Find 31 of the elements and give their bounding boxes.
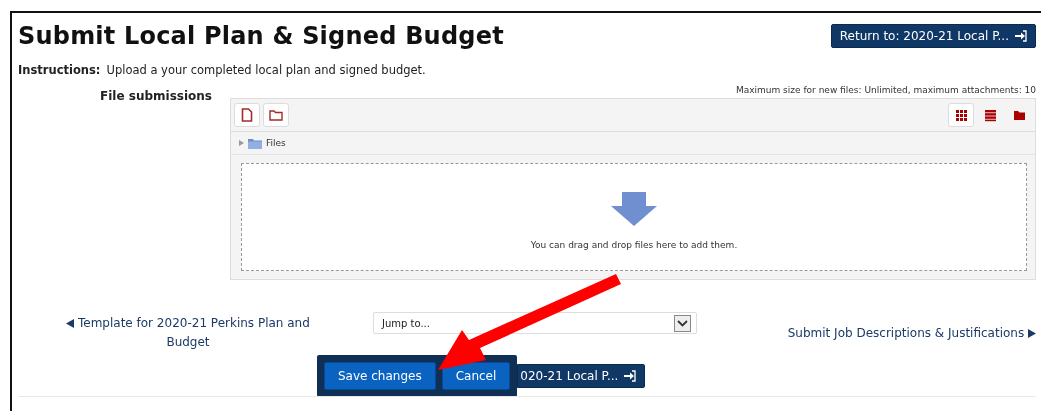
add-file-button[interactable]	[234, 103, 260, 127]
dropdown-icon	[674, 314, 691, 332]
enter-icon	[623, 370, 637, 382]
next-link[interactable]: Submit Job Descriptions & Justifications	[787, 314, 1036, 343]
field-label: File submissions	[99, 88, 213, 105]
drop-zone[interactable]: You can drag and drop files here to add them.	[241, 163, 1027, 271]
folder-icon	[1012, 108, 1026, 122]
return-button[interactable]: Return to: 2020-21 Local P...	[830, 24, 1036, 48]
grid-icon	[954, 108, 968, 122]
file-icon	[241, 108, 253, 122]
down-arrow-icon	[611, 192, 657, 226]
page-title: Submit Local Plan & Signed Budget	[18, 21, 504, 51]
return-button[interactable]: 020-21 Local P...	[517, 364, 646, 388]
path-link[interactable]: Files	[266, 138, 286, 148]
save-button[interactable]: Save changes	[324, 362, 436, 390]
instructions-label: Instructions:	[18, 63, 101, 77]
folder-icon	[248, 137, 262, 149]
folder-icon	[269, 109, 283, 121]
instructions-text: Upload a your completed local plan and signed budget.	[106, 63, 426, 77]
right-triangle-icon	[1028, 329, 1036, 338]
list-icon	[983, 108, 997, 122]
jump-select[interactable]: Jump to...	[373, 312, 697, 334]
left-triangle-icon	[66, 319, 75, 328]
create-folder-button[interactable]	[263, 103, 289, 127]
limits-text: Maximum size for new files: Unlimited, maximum attachments: 10	[734, 85, 1036, 95]
enter-icon	[1014, 30, 1027, 42]
expand-icon[interactable]	[239, 140, 244, 146]
previous-link[interactable]: Template for 2020-21 Perkins Plan and Budget	[48, 314, 328, 352]
grid-view-button[interactable]	[948, 103, 974, 127]
drop-zone-text: You can drag and drop files here to add them.	[530, 240, 738, 250]
cancel-button[interactable]: Cancel	[441, 362, 511, 390]
